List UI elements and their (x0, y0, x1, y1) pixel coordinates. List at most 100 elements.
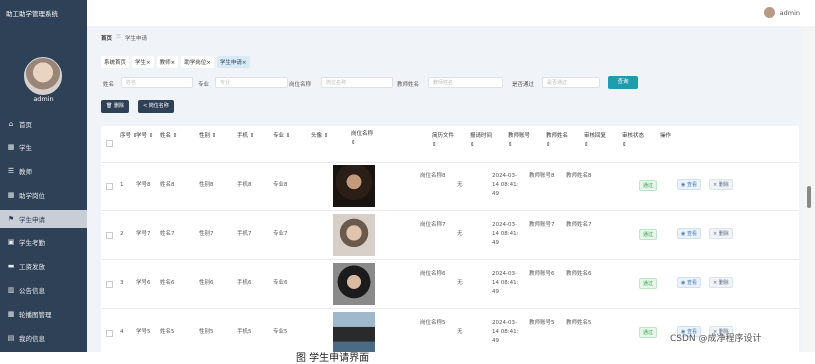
column-header[interactable]: 序号 ⇕ (120, 132, 137, 141)
name-label: 姓名 (103, 82, 115, 88)
tab-label: 学生 (135, 60, 147, 66)
column-header[interactable]: 教师姓名 ⇕ (546, 132, 568, 150)
close-icon[interactable]: × (206, 60, 211, 66)
column-header[interactable]: 岗位名称 ⇕ (351, 130, 373, 148)
column-header[interactable]: 教师账号 ⇕ (508, 132, 530, 150)
sidebar-item-5[interactable]: ⚑ 学生申请 (0, 210, 87, 228)
row-index: 1 (120, 182, 124, 188)
close-icon[interactable]: × (146, 60, 151, 66)
name-input[interactable]: 姓名 (121, 77, 193, 88)
sidebar-item-6[interactable]: ▣ 学生考勤 (0, 233, 87, 251)
sort-icon[interactable]: ⇕ (432, 141, 454, 150)
student-name: 姓名6 (160, 280, 175, 286)
phone: 手机7 (237, 231, 252, 237)
gender: 性别7 (199, 231, 214, 237)
tab-1[interactable]: 系统首页 (101, 56, 130, 68)
sidebar-item-2[interactable]: ▦ 学生 (0, 138, 87, 156)
column-header[interactable]: 简历文件 ⇕ (432, 132, 454, 150)
breadcrumb: 首页 ☰ 学生申请 (101, 34, 147, 42)
delete-row-button-label: 删除 (718, 231, 729, 237)
close-icon[interactable]: × (242, 60, 247, 66)
column-header-label: 头像 (311, 133, 323, 139)
sort-icon[interactable]: ⇕ (284, 133, 291, 139)
view-button[interactable]: ◉ 查看 (677, 179, 701, 190)
sidebar-item-7[interactable]: ▬ 工资发放 (0, 257, 87, 275)
sort-icon[interactable]: ⇕ (147, 133, 154, 139)
sort-icon[interactable]: ⇕ (171, 133, 178, 139)
delete-row-button[interactable]: × 删除 (709, 228, 733, 239)
teacher-name-input[interactable]: 教师姓名 (428, 77, 503, 88)
sidebar-item-3[interactable]: ☰ 教师 (0, 162, 87, 180)
sidebar-item-9[interactable]: ▦ 轮播图管理 (0, 305, 87, 323)
sort-icon[interactable]: ⇕ (508, 141, 530, 150)
phone: 手机8 (237, 182, 252, 188)
trash-icon: 🗑 (106, 103, 114, 109)
table-row[interactable]: 3 学号6 姓名6 性别6 手机6 专业6 岗位名称6 无 2024-03-14 08:41:4… (101, 260, 799, 309)
view-button[interactable]: ◉ 查看 (677, 228, 701, 239)
column-header[interactable]: 报请时间 ⇕ (470, 132, 492, 150)
sidebar-item-4[interactable]: ▦ 助学岗位 (0, 186, 87, 204)
sort-icon[interactable]: ⇕ (622, 141, 644, 150)
home-icon: ⌂ (8, 120, 14, 128)
tab-3[interactable]: 教师× (156, 56, 179, 68)
post-name-button-label: 岗位名称 (148, 103, 169, 109)
gender: 性别8 (199, 182, 214, 188)
sort-icon[interactable]: ⇕ (248, 133, 255, 139)
view-button[interactable]: ◉ 查看 (677, 277, 701, 288)
column-header[interactable]: 性别 ⇕ (199, 132, 216, 141)
sort-icon[interactable]: ⇕ (546, 141, 568, 150)
row-checkbox[interactable] (106, 232, 113, 239)
row-index: 3 (120, 280, 124, 286)
column-header-label: 专业 (273, 133, 285, 139)
teacher-name-label: 教师姓名 (397, 82, 420, 88)
row-checkbox[interactable] (106, 330, 113, 337)
sidebar-avatar (24, 57, 62, 95)
tab-4[interactable]: 助学岗位× (181, 56, 214, 68)
sort-icon[interactable]: ⇕ (210, 133, 217, 139)
column-header[interactable]: 手机 ⇕ (237, 132, 254, 141)
teacher-account: 教师账号8 (529, 173, 555, 179)
select-all-checkbox[interactable] (106, 140, 113, 147)
sort-icon[interactable]: ⇕ (584, 141, 606, 150)
major-input[interactable]: 专业 (215, 77, 288, 88)
sort-icon[interactable]: ⇕ (322, 133, 329, 139)
tab-bar: 系统首页 学生× 教师× 助学岗位× 学生申请× (101, 56, 250, 68)
query-button[interactable]: 查询 (608, 76, 638, 89)
breadcrumb-home[interactable]: 首页 (101, 34, 112, 42)
sidebar-item-label: 学生申请 (19, 216, 45, 224)
column-header-label: 手机 (237, 133, 249, 139)
post-name-button[interactable]: < 岗位名称 (138, 100, 174, 113)
sidebar-username: admin (33, 95, 54, 103)
close-icon[interactable]: × (171, 60, 176, 66)
row-checkbox[interactable] (106, 281, 113, 288)
delete-button[interactable]: 🗑 删除 (101, 100, 129, 113)
apply-time: 2024-03-14 08:41:49 (492, 222, 519, 246)
table-row[interactable]: 2 学号7 姓名7 性别7 手机7 专业7 岗位名称7 无 2024-03-14 08:41:4… (101, 211, 799, 260)
apply-time: 2024-03-14 08:41:49 (492, 320, 519, 344)
apply-time: 2024-03-14 08:41:49 (492, 173, 519, 197)
sidebar-item-10[interactable]: ▤ 我的信息 (0, 329, 87, 347)
sort-icon[interactable]: ⇕ (351, 139, 373, 148)
approved-select[interactable]: 是否通过 (542, 77, 600, 88)
sidebar-item-1[interactable]: ⌂ 首页 (0, 115, 87, 133)
column-header[interactable]: 审核状态 ⇕ (622, 132, 644, 150)
column-header[interactable]: 学号 ⇕ (136, 132, 153, 141)
row-checkbox[interactable] (106, 183, 113, 190)
sort-icon[interactable]: ⇕ (470, 141, 492, 150)
user-menu[interactable]: admin (763, 7, 800, 18)
scrollbar-thumb[interactable] (807, 186, 811, 208)
sidebar-item-8[interactable]: ▥ 公告信息 (0, 281, 87, 299)
tab-5[interactable]: 学生申请× (216, 56, 250, 68)
student-name: 姓名7 (160, 231, 175, 237)
post-input[interactable]: 岗位名称 (321, 77, 393, 88)
column-header[interactable]: 审核回复 ⇕ (584, 132, 606, 150)
teacher-account: 教师账号7 (529, 222, 555, 228)
tab-2[interactable]: 学生× (132, 56, 154, 68)
student-id: 学号7 (136, 231, 151, 237)
table-row[interactable]: 1 学号8 姓名8 性别8 手机8 专业8 岗位名称8 无 2024-03-14 08:41:4… (101, 162, 799, 211)
scrollbar[interactable] (803, 26, 815, 352)
delete-row-button[interactable]: × 删除 (709, 277, 733, 288)
delete-row-button[interactable]: × 删除 (709, 179, 733, 190)
column-header[interactable]: 专业 ⇕ (273, 132, 290, 141)
column-header[interactable]: 姓名 ⇕ (160, 132, 177, 141)
